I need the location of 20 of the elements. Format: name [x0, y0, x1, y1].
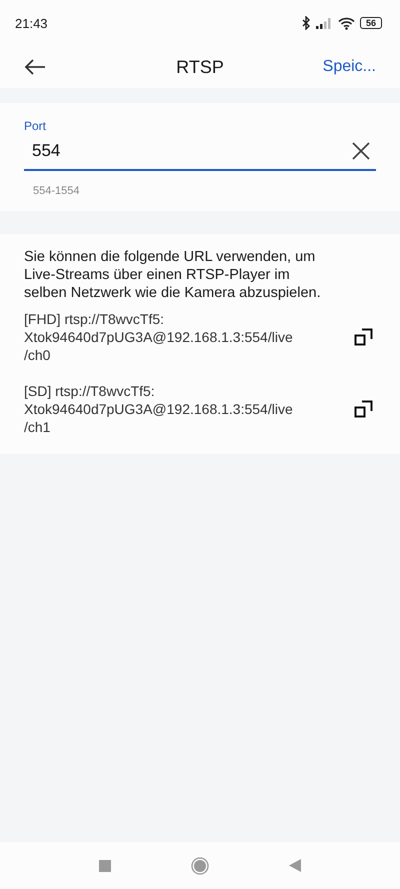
back-nav-icon[interactable]: [289, 859, 301, 872]
stream-url: [SD] rtsp://T8wvcTf5: Xtok94640d7pUG3A@192.168.1.3:554/live /ch1: [24, 382, 293, 436]
port-field[interactable]: 554: [32, 141, 352, 161]
signal-icon: [316, 17, 333, 29]
page-title: RTSP: [176, 56, 224, 76]
copy-icon[interactable]: [354, 327, 374, 347]
back-button[interactable]: [24, 59, 46, 75]
info-text: Sie können die folgende URL verwenden, um Live-Streams über einen RTSP-Player im selben Netzwerk wie die Kamera abzuspielen.: [24, 248, 322, 302]
clear-icon[interactable]: [352, 142, 370, 160]
range-hint: 554-1554: [33, 185, 80, 197]
square-nav-icon[interactable]: [99, 860, 111, 872]
stream-url: [FHD] rtsp://T8wvcTf5: Xtok94640d7pUG3A@192.168.1.3:554/live /ch0: [24, 310, 293, 364]
field-label: Port: [24, 119, 48, 133]
status-time: 21:43: [15, 16, 48, 30]
home-nav-icon[interactable]: [191, 856, 209, 874]
save-button[interactable]: Speic...: [322, 58, 376, 76]
copy-icon[interactable]: [354, 399, 374, 419]
battery-indicator: 56: [360, 17, 382, 29]
wifi-icon: [338, 16, 355, 30]
bluetooth-icon: [302, 16, 311, 30]
